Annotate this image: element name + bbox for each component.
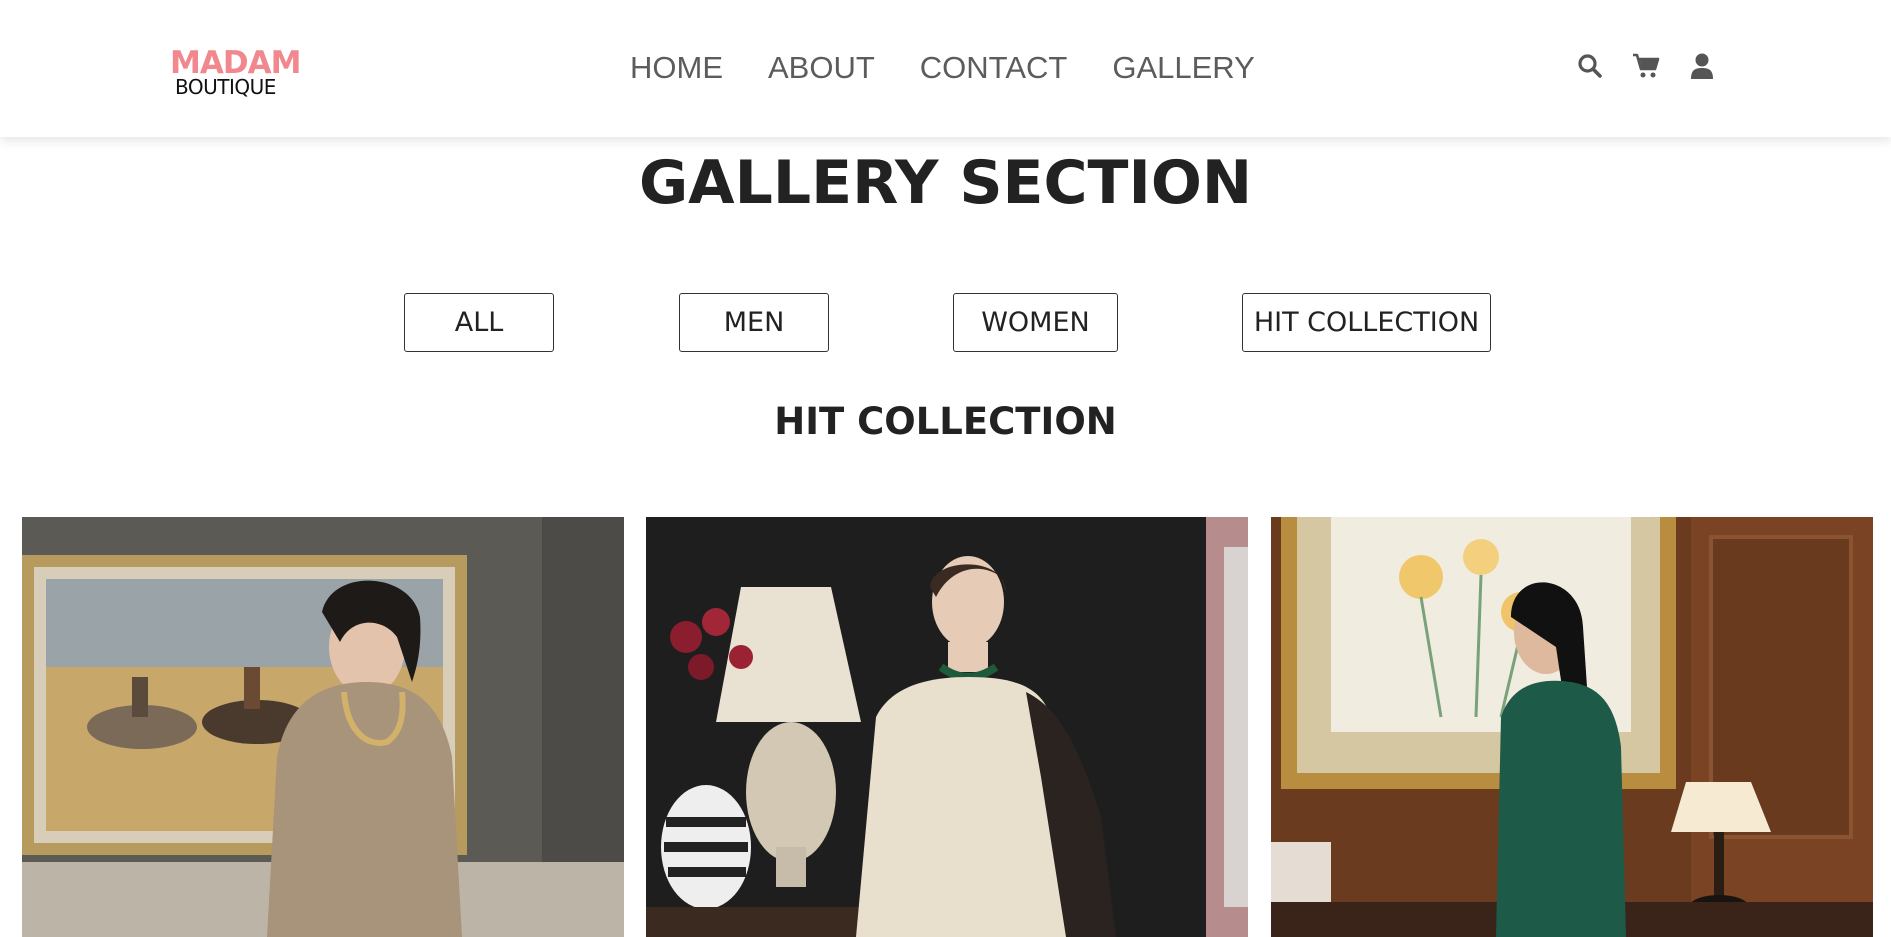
user-icon[interactable] [1687, 50, 1717, 82]
search-icon[interactable] [1575, 50, 1605, 82]
gallery-card-3[interactable] [1271, 517, 1873, 937]
nav-gallery-link[interactable]: GALLERY [1112, 48, 1254, 88]
nav-about-link[interactable]: ABOUT [768, 48, 875, 88]
filter-hit-collection-button[interactable]: HIT COLLECTION [1242, 293, 1491, 352]
page-title: GALLERY SECTION [638, 148, 1253, 218]
brand-logo[interactable]: MADAM BOUTIQUE [170, 46, 306, 102]
logo-wordmark-bottom: BOUTIQUE [175, 75, 276, 99]
cart-icon[interactable] [1631, 50, 1661, 82]
gallery-image-ivory-dress [646, 517, 1248, 937]
main-nav: HOME ABOUT CONTACT GALLERY [630, 48, 1255, 88]
header-actions [1575, 50, 1717, 82]
site-header: MADAM BOUTIQUE HOME ABOUT CONTACT GALLER… [0, 0, 1891, 137]
gallery-card-2[interactable] [646, 517, 1248, 937]
gallery-card-1[interactable] [22, 517, 624, 937]
filter-men-button[interactable]: MEN [679, 293, 829, 352]
filter-women-button[interactable]: WOMEN [953, 293, 1118, 352]
gallery-image-beige-dress [22, 517, 624, 937]
filter-all-button[interactable]: ALL [404, 293, 554, 352]
gallery-image-green-dress [1271, 517, 1873, 937]
section-title: HIT COLLECTION [774, 400, 1117, 443]
nav-home-link[interactable]: HOME [630, 48, 723, 88]
nav-contact-link[interactable]: CONTACT [920, 48, 1068, 88]
